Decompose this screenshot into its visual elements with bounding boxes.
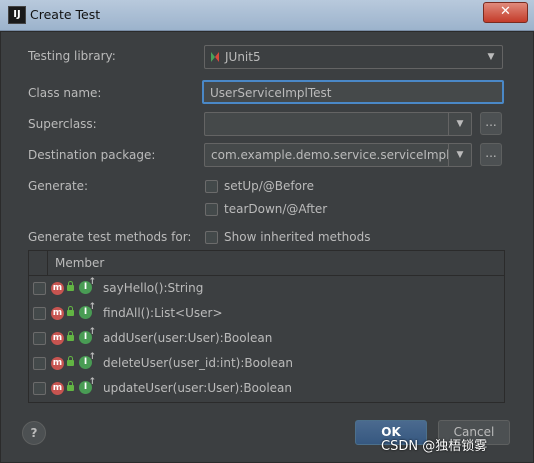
table-row[interactable]: m I updateUser(user:User):Boolean: [29, 376, 504, 401]
chevron-down-icon: ▼: [448, 144, 471, 166]
table-row[interactable]: m I sayHello():String: [29, 276, 504, 301]
header-divider: [47, 251, 48, 275]
class-name-input[interactable]: UserServiceImplTest: [202, 80, 504, 104]
row-checkbox[interactable]: [33, 307, 46, 320]
chevron-down-icon: ▼: [448, 113, 471, 135]
members-table: Member m I sayHello():String m I findAll…: [28, 250, 505, 403]
destination-package-combo[interactable]: com.example.demo.service.serviceImpl ▼: [204, 143, 472, 167]
table-row[interactable]: m I findAll():List<User>: [29, 301, 504, 326]
teardown-label: tearDown/@After: [224, 202, 328, 216]
method-name: findAll():List<User>: [103, 306, 223, 320]
teardown-checkbox[interactable]: [205, 203, 218, 216]
member-column-header: Member: [55, 256, 105, 270]
lock-icon: [67, 281, 74, 291]
setup-checkbox[interactable]: [205, 180, 218, 193]
row-checkbox[interactable]: [33, 357, 46, 370]
class-name-label: Class name:: [28, 86, 102, 100]
method-icon: m: [51, 382, 64, 395]
table-row[interactable]: m I deleteUser(user_id:int):Boolean: [29, 351, 504, 376]
setup-label: setUp/@Before: [224, 179, 315, 193]
row-checkbox[interactable]: [33, 332, 46, 345]
implementing-method-icon: I: [79, 351, 96, 369]
row-checkbox[interactable]: [33, 282, 46, 295]
show-inherited-label: Show inherited methods: [224, 230, 371, 244]
lock-icon: [67, 381, 74, 391]
destination-package-label: Destination package:: [28, 148, 156, 162]
implementing-method-icon: I: [79, 276, 96, 294]
implementing-method-icon: I: [79, 326, 96, 344]
method-name: addUser(user:User):Boolean: [103, 331, 273, 345]
lock-icon: [67, 306, 74, 316]
table-row[interactable]: m I addUser(user:User):Boolean: [29, 326, 504, 351]
table-header: Member: [29, 251, 504, 276]
destination-package-value: com.example.demo.service.serviceImpl: [211, 148, 450, 162]
method-name: sayHello():String: [103, 281, 204, 295]
method-name: deleteUser(user_id:int):Boolean: [103, 356, 293, 370]
implementing-method-icon: I: [79, 376, 96, 394]
method-icon: m: [51, 332, 64, 345]
show-inherited-checkbox[interactable]: [205, 231, 218, 244]
generate-label: Generate:: [28, 179, 89, 193]
junit-icon: [211, 51, 219, 62]
testing-library-label: Testing library:: [28, 49, 116, 63]
destination-browse-button[interactable]: ...: [480, 143, 502, 166]
method-name: updateUser(user:User):Boolean: [103, 381, 292, 395]
method-icon: m: [51, 307, 64, 320]
watermark: CSDN @独梧锁雾: [381, 439, 488, 454]
title-bar: IJ Create Test ✕: [0, 0, 534, 31]
intellij-icon: IJ: [8, 6, 26, 24]
testing-library-select[interactable]: JUnit5 ▼: [204, 45, 503, 69]
chevron-down-icon: ▼: [487, 52, 495, 62]
generate-methods-label: Generate test methods for:: [28, 230, 192, 244]
superclass-combo[interactable]: ▼: [204, 112, 472, 136]
superclass-label: Superclass:: [28, 117, 97, 131]
window-title: Create Test: [30, 7, 101, 22]
help-button[interactable]: ?: [22, 421, 46, 445]
close-button[interactable]: ✕: [483, 2, 528, 23]
lock-icon: [67, 356, 74, 366]
method-icon: m: [51, 282, 64, 295]
implementing-method-icon: I: [79, 301, 96, 319]
superclass-browse-button[interactable]: ...: [480, 112, 502, 135]
method-icon: m: [51, 357, 64, 370]
testing-library-value: JUnit5: [225, 50, 261, 64]
row-checkbox[interactable]: [33, 382, 46, 395]
lock-icon: [67, 331, 74, 341]
